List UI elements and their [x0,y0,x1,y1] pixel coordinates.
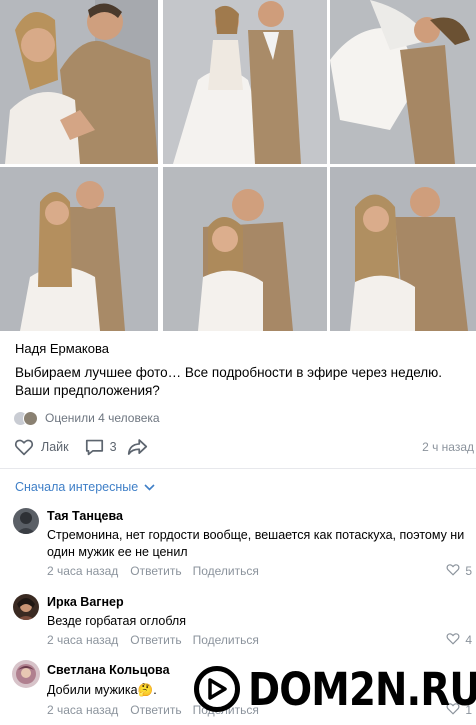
share-button[interactable] [127,438,148,456]
comment-author[interactable]: Тая Танцева [47,509,123,523]
comment-like-count: 5 [465,564,472,578]
comment-count: 3 [109,440,117,454]
chevron-down-icon [138,480,155,494]
watermark-text: DOM2N.RU [248,662,476,716]
comment-author[interactable]: Светлана Кольцова [47,663,170,677]
like-label: Лайк [41,440,69,454]
likes-summary-text: Оценили 4 человека [45,411,160,425]
post-timestamp: 2 ч назад [422,440,474,454]
post-text: Выбираем лучшее фото… Все подробности в … [15,365,443,398]
share-arrow-icon [127,438,148,456]
comment: Ирка Вагнер Везде горбатая оглобля 2 час… [0,592,476,650]
comment-text: Везде горбатая оглобля [47,614,186,628]
likes-summary[interactable]: Оценили 4 человека [13,409,160,427]
share-link[interactable]: Поделиться [193,633,259,647]
play-icon [194,666,240,712]
comment-like-count: 4 [465,633,472,647]
post-actions: Лайк 3 2 ч назад [14,436,476,458]
post-photo[interactable] [163,167,327,331]
avatar[interactable] [13,594,39,620]
comment-author[interactable]: Ирка Вагнер [47,595,124,609]
comment-text-body: Добили мужика [47,683,138,697]
liker-avatar [23,410,38,426]
comments-sort-dropdown[interactable]: Сначала интересные [15,480,155,494]
reply-button[interactable]: Ответить [130,703,181,717]
watermark: DOM2N.RU [194,661,476,717]
reply-button[interactable]: Ответить [130,633,181,647]
heart-icon [14,438,34,456]
comment-button[interactable]: 3 [85,438,117,456]
heart-icon [446,563,460,579]
avatar[interactable] [13,508,39,534]
comment-time: 2 часа назад [47,633,119,647]
comment: Тая Танцева Стремонина, нет гордости воо… [0,506,476,582]
divider [0,468,476,469]
post-photo[interactable] [330,167,476,331]
comment-meta: 2 часа назад Ответить Поделиться [47,633,259,647]
comment-meta: 2 часа назад Ответить Поделиться [47,564,259,578]
sort-label: Сначала интересные [15,480,139,494]
share-link[interactable]: Поделиться [193,564,259,578]
post-photo[interactable] [0,167,158,331]
photo-grid [0,0,476,331]
post-photo[interactable] [163,0,327,164]
post-author[interactable]: Надя Ермакова [15,341,109,356]
post-photo[interactable] [330,0,476,164]
reply-button[interactable]: Ответить [130,564,181,578]
comment-like-button[interactable]: 4 [446,632,472,648]
comment-text: Стремонина, нет гордости вообще, вешаетс… [47,528,465,559]
heart-icon [446,632,460,648]
comment-icon [85,438,104,456]
comment-time: 2 часа назад [47,703,119,717]
thinking-emoji: 🤔 [137,682,154,697]
avatar[interactable] [12,660,40,688]
post-photo[interactable] [0,0,158,164]
comment-like-button[interactable]: 5 [446,563,472,579]
comment-time: 2 часа назад [47,564,119,578]
like-button[interactable]: Лайк [14,438,69,456]
